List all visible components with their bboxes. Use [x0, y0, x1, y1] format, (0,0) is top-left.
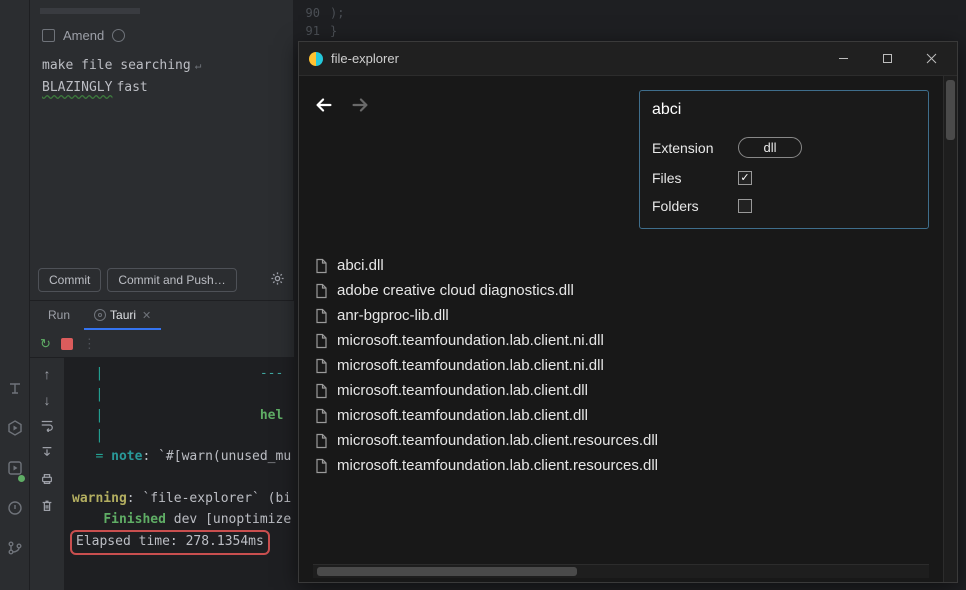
return-icon: ↵	[195, 57, 202, 76]
amend-label: Amend	[63, 28, 104, 43]
files-checkbox[interactable]	[738, 171, 752, 185]
list-item[interactable]: anr-bgproc-lib.dll	[313, 303, 929, 328]
close-button[interactable]	[909, 42, 953, 76]
editor-gutter: 90); 91}	[294, 0, 966, 44]
trash-icon[interactable]	[40, 499, 54, 516]
window-title: file-explorer	[331, 51, 399, 66]
list-item[interactable]: adobe creative cloud diagnostics.dll	[313, 278, 929, 303]
ide-left-toolstrip	[0, 0, 30, 590]
hex-play-icon[interactable]	[7, 420, 23, 440]
vcs-branch-icon[interactable]	[7, 540, 23, 560]
list-item[interactable]: abci.dll	[313, 253, 929, 278]
run-toolbar: ↻ ⋮	[30, 330, 294, 358]
extension-pill[interactable]: dll	[738, 137, 802, 158]
run-play-icon[interactable]	[7, 460, 23, 480]
scroll-down-icon[interactable]: ↓	[44, 392, 51, 408]
line-number: 90	[298, 4, 320, 22]
commit-panel: Amend make file searching ↵ BLAZINGLY fa…	[30, 0, 294, 300]
commit-msg-line1: make file searching	[42, 55, 191, 77]
vertical-scrollbar[interactable]	[943, 76, 957, 582]
file-icon	[313, 358, 329, 374]
list-item[interactable]: microsoft.teamfoundation.lab.client.ni.d…	[313, 353, 929, 378]
print-icon[interactable]	[40, 472, 54, 489]
scroll-up-icon[interactable]: ↑	[44, 366, 51, 382]
tauri-icon	[94, 309, 106, 321]
file-icon	[313, 458, 329, 474]
list-item[interactable]: microsoft.teamfoundation.lab.client.reso…	[313, 453, 929, 478]
commit-button[interactable]: Commit	[38, 268, 101, 292]
tab-tauri[interactable]: Tauri✕	[84, 302, 161, 330]
nav-back-button[interactable]	[313, 94, 335, 119]
file-icon	[313, 258, 329, 274]
minimize-button[interactable]	[821, 42, 865, 76]
stop-button[interactable]	[61, 338, 73, 350]
horizontal-scrollbar[interactable]	[313, 564, 929, 578]
file-explorer-window: file-explorer	[298, 41, 958, 583]
elapsed-time-highlight: Elapsed time: 278.1354ms	[70, 530, 270, 555]
results-list: abci.dll adobe creative cloud diagnostic…	[313, 253, 929, 564]
search-box: Extension dll Files Folders	[639, 90, 929, 229]
commit-msg-word-wavy: BLAZINGLY	[42, 77, 112, 99]
folders-checkbox[interactable]	[738, 199, 752, 213]
commit-msg-rest: fast	[116, 77, 147, 99]
file-icon	[313, 383, 329, 399]
code-text: }	[330, 22, 337, 40]
history-icon[interactable]	[112, 29, 125, 42]
commit-and-push-button[interactable]: Commit and Push…	[107, 268, 236, 292]
problems-icon[interactable]	[7, 500, 23, 520]
commit-message-area[interactable]: make file searching ↵ BLAZINGLY fast	[30, 47, 293, 107]
maximize-button[interactable]	[865, 42, 909, 76]
list-item[interactable]: microsoft.teamfoundation.lab.client.dll	[313, 403, 929, 428]
list-item[interactable]: microsoft.teamfoundation.lab.client.ni.d…	[313, 328, 929, 353]
close-icon[interactable]: ✕	[142, 310, 151, 322]
file-icon	[313, 308, 329, 324]
text-tool-icon[interactable]	[7, 380, 23, 400]
folders-label: Folders	[652, 198, 724, 214]
console-gutter: ↑ ↓	[30, 358, 64, 590]
extension-label: Extension	[652, 140, 724, 156]
code-text: );	[330, 4, 344, 22]
run-tabs: Run Tauri✕	[30, 300, 294, 330]
gear-icon[interactable]	[270, 271, 285, 289]
soft-wrap-icon[interactable]	[40, 418, 54, 435]
file-icon	[313, 333, 329, 349]
list-item[interactable]: microsoft.teamfoundation.lab.client.reso…	[313, 428, 929, 453]
files-label: Files	[652, 170, 724, 186]
file-icon	[313, 433, 329, 449]
commit-header-bar	[40, 8, 140, 14]
line-number: 91	[298, 22, 320, 40]
file-icon	[313, 283, 329, 299]
app-logo-icon	[309, 52, 323, 66]
nav-forward-button[interactable]	[349, 94, 371, 119]
separator: ⋮	[83, 336, 96, 352]
scroll-to-end-icon[interactable]	[40, 445, 54, 462]
list-item[interactable]: microsoft.teamfoundation.lab.client.dll	[313, 378, 929, 403]
file-icon	[313, 408, 329, 424]
window-titlebar[interactable]: file-explorer	[299, 42, 957, 76]
search-input[interactable]	[652, 101, 916, 125]
tab-run[interactable]: Run	[38, 302, 80, 330]
rerun-icon[interactable]: ↻	[40, 336, 51, 352]
amend-checkbox[interactable]	[42, 29, 55, 42]
